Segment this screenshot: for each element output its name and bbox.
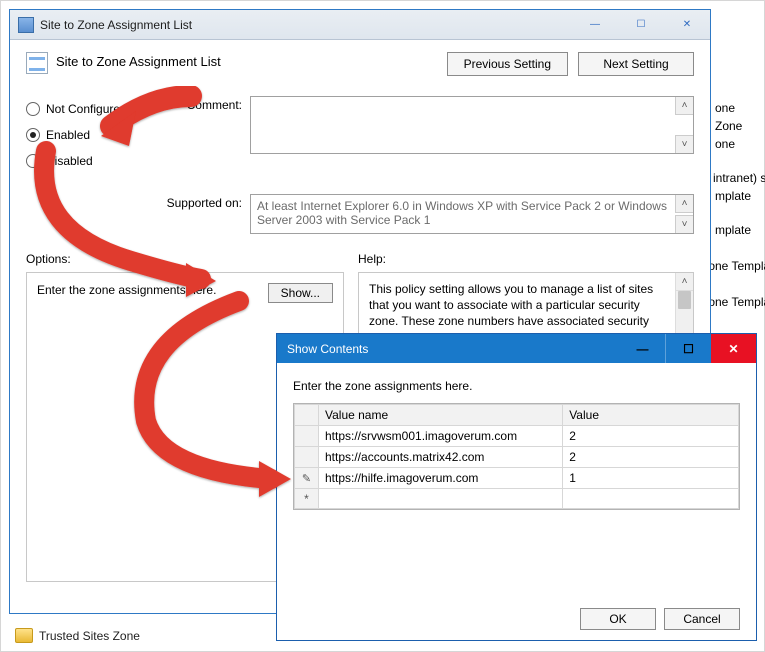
tree-item-trusted-sites[interactable]: Trusted Sites Zone [15,628,140,643]
cell-value[interactable]: 1 [563,468,739,489]
bg-item: Zone [715,119,742,133]
minimize-button[interactable]: — [572,10,618,39]
radio-label: Enabled [46,128,90,142]
policy-title: Site to Zone Assignment List [56,52,221,69]
radio-dot-icon [26,102,40,116]
bg-item: one [715,101,735,115]
window-icon [18,17,34,33]
modal-title: Show Contents [287,342,368,356]
next-setting-button[interactable]: Next Setting [578,52,694,76]
table-row-new[interactable] [295,489,739,509]
show-contents-dialog: Show Contents — ☐ ✕ Enter the zone assig… [276,333,757,641]
cell-name[interactable]: https://srvwsm001.imagoverum.com [319,426,563,447]
scroll-up-icon[interactable]: ˄ [676,273,693,291]
cell-name[interactable]: https://accounts.matrix42.com [319,447,563,468]
supported-on-text: At least Internet Explorer 6.0 in Window… [250,194,694,234]
titlebar[interactable]: Site to Zone Assignment List — ☐ ✕ [10,10,710,40]
col-header-name[interactable]: Value name [319,405,563,426]
supported-on-label: Supported on: [156,194,250,210]
modal-close-button[interactable]: ✕ [711,334,756,363]
new-row-icon [304,492,309,506]
policy-icon [26,52,48,74]
show-button[interactable]: Show... [268,283,333,303]
radio-dot-icon [26,128,40,142]
cell-value[interactable]: 2 [563,426,739,447]
radio-label: Not Configured [46,102,127,116]
bg-item: mplate [715,189,751,203]
cell-name[interactable] [319,489,563,509]
bg-item: mplate [715,223,751,237]
radio-not-configured[interactable]: Not Configured [26,96,156,122]
scroll-down-icon[interactable]: ˅ [675,215,693,233]
table-row-editing[interactable]: https://hilfe.imagoverum.com 1 [295,468,739,489]
close-button[interactable]: ✕ [664,10,710,39]
cell-value[interactable] [563,489,739,509]
folder-icon [15,628,33,643]
pencil-icon [302,471,311,485]
options-text: Enter the zone assignments here. [37,283,268,297]
col-header-value[interactable]: Value [563,405,739,426]
radio-dot-icon [26,154,40,168]
cell-name[interactable]: https://hilfe.imagoverum.com [319,468,563,489]
scroll-up-icon[interactable]: ˄ [675,195,693,213]
radio-enabled[interactable]: Enabled [26,122,156,148]
tree-item-label: Trusted Sites Zone [39,629,140,643]
scroll-thumb[interactable] [678,291,691,309]
previous-setting-button[interactable]: Previous Setting [447,52,568,76]
maximize-button[interactable]: ☐ [618,10,664,39]
bg-item: intranet) site [713,171,765,185]
modal-titlebar[interactable]: Show Contents — ☐ ✕ [277,334,756,363]
comment-textarea[interactable]: ˄ ˅ [250,96,694,154]
bg-item: one [715,137,735,151]
comment-label: Comment: [156,96,250,112]
help-label: Help: [358,252,386,266]
table-row[interactable]: https://accounts.matrix42.com 2 [295,447,739,468]
window-title: Site to Zone Assignment List [40,18,572,32]
zone-grid[interactable]: Value name Value https://srvwsm001.imago… [293,403,740,510]
radio-label: Disabled [46,154,93,168]
modal-instruction: Enter the zone assignments here. [293,379,740,393]
cancel-button[interactable]: Cancel [664,608,740,630]
scroll-down-icon[interactable]: ˅ [675,135,693,153]
ok-button[interactable]: OK [580,608,656,630]
options-label: Options: [26,252,358,266]
radio-disabled[interactable]: Disabled [26,148,156,174]
table-row[interactable]: https://srvwsm001.imagoverum.com 2 [295,426,739,447]
modal-maximize-button[interactable]: ☐ [665,334,711,363]
scroll-up-icon[interactable]: ˄ [675,97,693,115]
cell-value[interactable]: 2 [563,447,739,468]
modal-minimize-button[interactable]: — [620,334,665,363]
